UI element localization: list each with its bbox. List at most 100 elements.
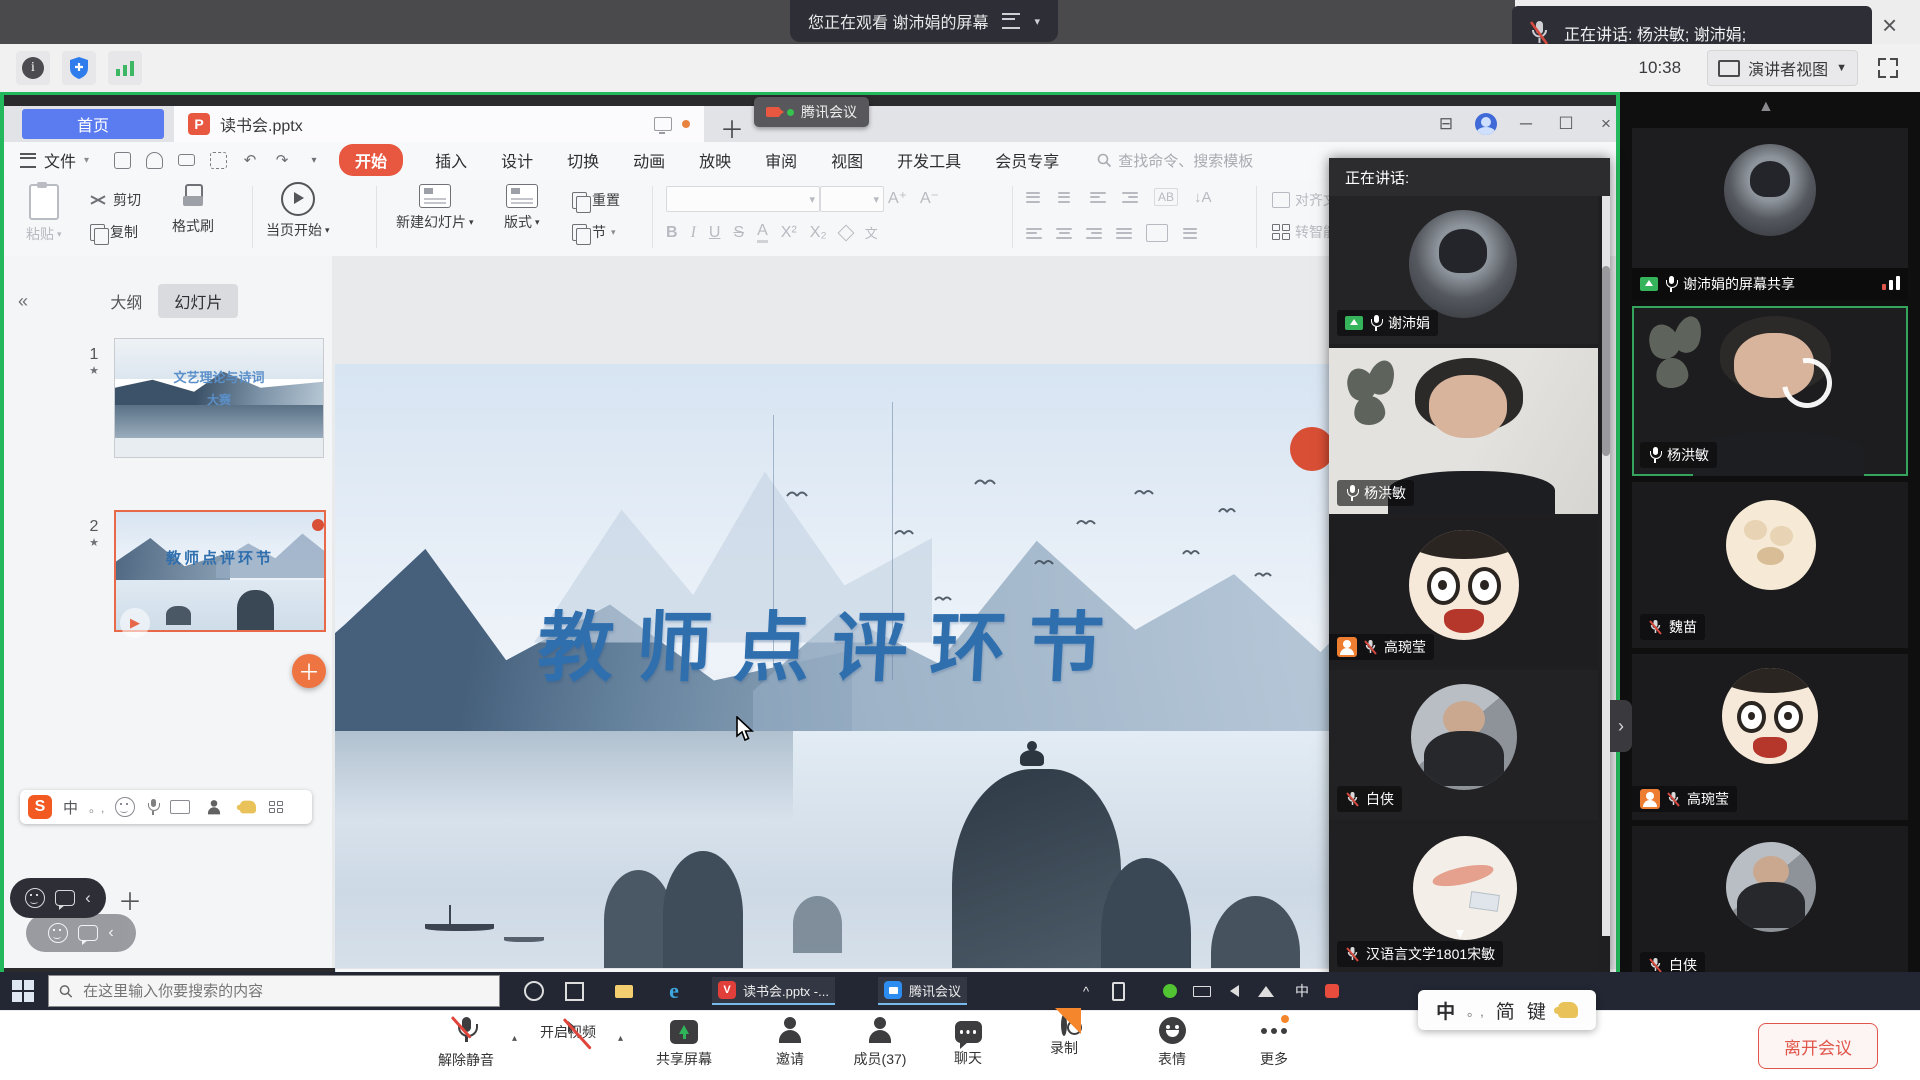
speaker-panel-scrollbar[interactable] <box>1602 196 1610 936</box>
video-options-caret[interactable]: ▴ <box>618 1033 623 1044</box>
ime-lang-indicator[interactable]: 中 <box>1288 977 1316 1005</box>
reaction-bubble-dark[interactable]: ‹ <box>10 878 106 918</box>
tab-outline[interactable]: 大纲 <box>94 284 158 318</box>
tab-view[interactable]: 视图 <box>829 144 865 176</box>
save-icon[interactable] <box>111 149 133 171</box>
sidebar-scroll-up-icon[interactable]: ▲ <box>1758 98 1774 116</box>
taskbar-wps-item[interactable]: V 读书会.pptx -... <box>712 977 835 1005</box>
thumb-play-button[interactable]: ▶ <box>120 608 150 638</box>
speaker-tile-gaowanying[interactable]: 高琬莹 <box>1329 518 1598 666</box>
superscript-button[interactable]: X² <box>781 224 797 242</box>
battery-icon[interactable] <box>1188 977 1216 1005</box>
redo-icon[interactable]: ↷ <box>271 149 293 171</box>
meeting-mini-pill[interactable]: 腾讯会议 <box>754 97 869 127</box>
collapse-panel-icon[interactable]: « <box>18 291 28 312</box>
new-slide-button[interactable]: 新建幻灯片▾ <box>396 184 474 232</box>
copy-button[interactable]: 复制 <box>90 222 138 242</box>
panel-collapse-handle[interactable]: › <box>1610 700 1632 752</box>
print-icon[interactable] <box>175 149 197 171</box>
volume-icon[interactable] <box>1220 977 1248 1005</box>
cut-button[interactable]: 剪切 <box>90 190 141 210</box>
maximize-icon[interactable]: ☐ <box>1546 109 1586 139</box>
network-quality-button[interactable] <box>108 51 142 85</box>
shrink-font-button[interactable]: A⁻ <box>920 188 939 208</box>
distribute-button[interactable] <box>1146 224 1168 242</box>
taskbar-search-input[interactable] <box>81 982 489 1001</box>
speaker-tile-hanyuyan[interactable]: 汉语言文学1801宋敏 ▼ <box>1329 824 1598 975</box>
speaker-tile-xiepeijuan[interactable]: 谢沛娟 <box>1329 196 1598 344</box>
reaction-bubble-light[interactable]: ‹ <box>26 914 136 952</box>
keyboard-icon[interactable] <box>170 800 190 814</box>
wps-home-tab[interactable]: 首页 <box>22 109 164 139</box>
italic-button[interactable]: I <box>691 224 696 242</box>
align-center-button[interactable] <box>1056 228 1072 239</box>
print-preview-icon[interactable] <box>207 149 229 171</box>
close-icon[interactable]: × <box>1882 12 1897 38</box>
account-avatar[interactable] <box>1466 109 1506 139</box>
sogou-toolbar[interactable]: S 中 。, <box>20 790 312 824</box>
file-explorer-icon[interactable] <box>610 977 638 1005</box>
tab-member[interactable]: 会员专享 <box>993 144 1061 176</box>
minimize-icon[interactable]: ─ <box>1506 109 1546 139</box>
more-button[interactable]: 更多 <box>1228 1017 1320 1069</box>
taskbar-meeting-item[interactable]: 腾讯会议 <box>878 977 967 1005</box>
underline-button[interactable]: U <box>709 224 721 242</box>
voice-input-icon[interactable] <box>146 799 159 815</box>
ime-mode[interactable]: 中 <box>1436 997 1455 1024</box>
ime-keyboard[interactable]: 键 <box>1527 997 1546 1024</box>
increase-indent-button[interactable] <box>1122 192 1138 203</box>
ime-punct[interactable]: 。, <box>1467 1001 1484 1020</box>
invite-button[interactable]: 邀请 <box>744 1017 836 1069</box>
format-painter-button[interactable]: 格式刷 <box>172 184 214 236</box>
bold-button[interactable]: B <box>666 224 678 242</box>
line-spacing-button[interactable] <box>1182 228 1198 239</box>
justify-button[interactable] <box>1116 228 1132 239</box>
tray-expand-icon[interactable]: ^ <box>1072 977 1100 1005</box>
info-button[interactable]: i <box>16 51 50 85</box>
font-size-select[interactable]: ▾ <box>820 186 884 212</box>
tab-slideshow[interactable]: 放映 <box>697 144 733 176</box>
tab-insert[interactable]: 插入 <box>433 144 469 176</box>
cortana-icon[interactable] <box>520 977 548 1005</box>
mic-options-caret[interactable]: ▴ <box>512 1033 517 1044</box>
grow-font-button[interactable]: A⁺ <box>888 188 907 208</box>
fullscreen-icon[interactable] <box>1878 58 1898 78</box>
task-view-icon[interactable] <box>560 977 588 1005</box>
tab-home[interactable]: 开始 <box>339 144 403 176</box>
collapse-chevron-icon[interactable]: ‹ <box>108 924 113 942</box>
decrease-indent-button[interactable] <box>1090 192 1106 203</box>
sidebar-tile-weimiao[interactable]: 魏苗 <box>1632 482 1908 648</box>
font-color-button[interactable]: A <box>757 222 768 243</box>
chat-button[interactable]: 聊天 <box>922 1017 1014 1068</box>
toolbox-grid-icon[interactable] <box>269 801 283 813</box>
bubble-plus-icon[interactable]: ＋ <box>118 882 142 917</box>
ime-simplified[interactable]: 简 <box>1496 997 1515 1024</box>
file-menu[interactable]: 文件 ▾ <box>20 148 89 172</box>
command-search[interactable]: 查找命令、搜索模板 <box>1097 150 1253 171</box>
security-button[interactable] <box>62 51 96 85</box>
tab-review[interactable]: 审阅 <box>763 144 799 176</box>
ime-popup[interactable]: 中 。, 简 键 <box>1418 990 1596 1030</box>
ime-punct-toggle[interactable]: 。, <box>89 799 104 816</box>
sogou-tray-icon[interactable] <box>1318 977 1346 1005</box>
edge-icon[interactable]: e <box>660 977 688 1005</box>
quickbar-more-icon[interactable]: ▾ <box>303 149 325 171</box>
tab-transition[interactable]: 切换 <box>565 144 601 176</box>
skin-glove-icon[interactable] <box>1558 1002 1578 1018</box>
export-icon[interactable] <box>143 149 165 171</box>
char-spacing-button[interactable]: AB <box>1154 188 1178 206</box>
ime-lang-toggle[interactable]: 中 <box>63 797 78 818</box>
taskbar-search[interactable] <box>48 975 500 1007</box>
tab-design[interactable]: 设计 <box>499 144 535 176</box>
sidebar-tile-baixia[interactable]: 白侠 <box>1632 826 1908 986</box>
phone-icon[interactable] <box>1104 977 1132 1005</box>
slide-thumbnail-1[interactable]: 文艺理论与诗词 大赛 <box>114 338 324 458</box>
subscript-button[interactable]: X₂ <box>810 224 827 242</box>
tab-slides[interactable]: 幻灯片 <box>158 284 238 318</box>
numbered-list-button[interactable] <box>1058 192 1074 203</box>
start-video-button[interactable]: 开启视频 <box>522 1017 614 1042</box>
play-from-current-button[interactable]: 当页开始▾ <box>266 182 330 240</box>
members-button[interactable]: 成员(37) <box>834 1017 926 1069</box>
add-slide-floating-button[interactable]: ＋ <box>292 654 326 688</box>
banner-menu-icon[interactable] <box>1002 13 1020 29</box>
